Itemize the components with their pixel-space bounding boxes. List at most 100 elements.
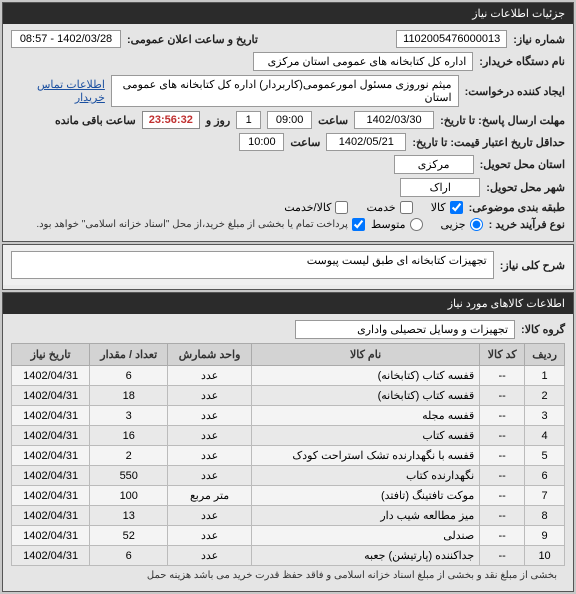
cell-n: 9 xyxy=(525,526,565,546)
announce-date-value: 1402/03/28 - 08:57 xyxy=(11,30,121,48)
radio-minor[interactable]: جزیی xyxy=(441,218,483,231)
check-service-label: خدمت xyxy=(366,201,395,214)
radio-minor-label: جزیی xyxy=(441,218,466,231)
cell-code: -- xyxy=(480,546,525,566)
cell-name: موکت تافتینگ (تافتد) xyxy=(251,486,479,506)
announce-date-label: تاریخ و ساعت اعلان عمومی: xyxy=(127,33,258,46)
cell-date: 1402/04/31 xyxy=(12,546,90,566)
radio-medium-label: متوسط xyxy=(371,218,406,231)
table-row[interactable]: 3--قفسه مجلهعدد31402/04/31 xyxy=(12,406,565,426)
creator-value: میثم نوروزی مسئول امورعمومی(کاربردار) اد… xyxy=(111,75,459,107)
cell-date: 1402/04/31 xyxy=(12,386,90,406)
deadline-label: مهلت ارسال پاسخ: تا تاریخ: xyxy=(440,114,565,127)
cell-name: قفسه مجله xyxy=(251,406,479,426)
group-value: تجهیزات و وسایل تحصیلی واداری xyxy=(295,320,515,339)
cell-name: نگهدارنده کتاب xyxy=(251,466,479,486)
cell-date: 1402/04/31 xyxy=(12,466,90,486)
cell-unit: عدد xyxy=(168,446,252,466)
process-group: جزیی متوسط xyxy=(371,218,483,231)
radio-medium-input[interactable] xyxy=(410,218,423,231)
table-row[interactable]: 6--نگهدارنده کتابعدد5501402/04/31 xyxy=(12,466,565,486)
cell-name: قفسه کتاب xyxy=(251,426,479,446)
payment-note-input[interactable] xyxy=(352,218,365,231)
table-row[interactable]: 7--موکت تافتینگ (تافتد)متر مربع1001402/0… xyxy=(12,486,565,506)
table-row[interactable]: 1--قفسه کتاب (کتابخانه)عدد61402/04/31 xyxy=(12,366,565,386)
col-code: کد کالا xyxy=(480,344,525,366)
cell-name: قفسه کتاب (کتابخانه) xyxy=(251,366,479,386)
cell-qty: 13 xyxy=(90,506,168,526)
cell-date: 1402/04/31 xyxy=(12,446,90,466)
col-date: تاریخ نیاز xyxy=(12,344,90,366)
goods-header: اطلاعات کالاهای مورد نیاز xyxy=(3,293,573,314)
process-label: نوع فرآیند خرید : xyxy=(489,218,565,231)
table-row[interactable]: 4--قفسه کتابعدد161402/04/31 xyxy=(12,426,565,446)
cell-code: -- xyxy=(480,426,525,446)
need-number-value: 1102005476000013 xyxy=(396,30,507,48)
buyer-label: نام دستگاه خریدار: xyxy=(479,55,565,68)
classification-group: کالا خدمت کالا/خدمت xyxy=(284,201,462,214)
table-body: 1--قفسه کتاب (کتابخانه)عدد61402/04/312--… xyxy=(12,366,565,566)
table-row[interactable]: 8--میز مطالعه شیب دارعدد131402/04/31 xyxy=(12,506,565,526)
table-row[interactable]: 5--قفسه با نگهدارنده تشک استراحت کودکعدد… xyxy=(12,446,565,466)
countdown-timer: 23:56:32 xyxy=(142,111,200,129)
cell-n: 2 xyxy=(525,386,565,406)
cell-n: 4 xyxy=(525,426,565,446)
description-panel: شرح کلی نیاز: تجهیزات کتابخانه ای طبق لی… xyxy=(2,244,574,290)
cell-unit: عدد xyxy=(168,526,252,546)
cell-code: -- xyxy=(480,486,525,506)
cell-qty: 6 xyxy=(90,546,168,566)
goods-body: گروه کالا: تجهیزات و وسایل تحصیلی واداری… xyxy=(3,314,573,591)
cell-code: -- xyxy=(480,366,525,386)
time-label-2: ساعت xyxy=(290,136,320,149)
table-row[interactable]: 2--قفسه کتاب (کتابخانه)عدد181402/04/31 xyxy=(12,386,565,406)
cell-name: جداکننده (پارتیشن) جعبه xyxy=(251,546,479,566)
cell-date: 1402/04/31 xyxy=(12,486,90,506)
radio-medium[interactable]: متوسط xyxy=(371,218,423,231)
need-details-body: شماره نیاز: 1102005476000013 تاریخ و ساع… xyxy=(3,24,573,241)
check-goods-label: کالا xyxy=(431,201,446,214)
footer-note: بخشی از مبلغ نقد و بخشی از مبلغ اسناد خز… xyxy=(11,566,565,585)
deadline-date: 1402/03/30 xyxy=(354,111,434,129)
table-head-row: ردیف کد کالا نام کالا واحد شمارش تعداد /… xyxy=(12,344,565,366)
payment-note-check[interactable]: پرداخت تمام یا بخشی از مبلغ خرید،از محل … xyxy=(36,218,365,231)
cell-qty: 550 xyxy=(90,466,168,486)
need-details-header: جزئیات اطلاعات نیاز xyxy=(3,3,573,24)
cell-qty: 16 xyxy=(90,426,168,446)
table-row[interactable]: 10--جداکننده (پارتیشن) جعبهعدد61402/04/3… xyxy=(12,546,565,566)
cell-n: 7 xyxy=(525,486,565,506)
cell-unit: عدد xyxy=(168,546,252,566)
col-unit: واحد شمارش xyxy=(168,344,252,366)
cell-name: قفسه کتاب (کتابخانه) xyxy=(251,386,479,406)
days-remaining: 1 xyxy=(236,111,261,129)
cell-code: -- xyxy=(480,466,525,486)
need-details-panel: جزئیات اطلاعات نیاز شماره نیاز: 11020054… xyxy=(2,2,574,242)
goods-panel: اطلاعات کالاهای مورد نیاز گروه کالا: تجه… xyxy=(2,292,574,592)
cell-date: 1402/04/31 xyxy=(12,506,90,526)
remain-label: ساعت باقی مانده xyxy=(55,114,136,127)
cell-n: 8 xyxy=(525,506,565,526)
cell-unit: عدد xyxy=(168,506,252,526)
col-name: نام کالا xyxy=(251,344,479,366)
days-label: روز و xyxy=(206,114,230,127)
check-goods[interactable]: کالا xyxy=(431,201,463,214)
need-number-label: شماره نیاز: xyxy=(513,33,565,46)
group-label: گروه کالا: xyxy=(521,323,565,336)
check-both-input[interactable] xyxy=(335,201,348,214)
cell-date: 1402/04/31 xyxy=(12,526,90,546)
creator-label: ایجاد کننده درخواست: xyxy=(465,85,565,98)
cell-qty: 6 xyxy=(90,366,168,386)
cell-code: -- xyxy=(480,406,525,426)
check-goods-input[interactable] xyxy=(450,201,463,214)
cell-code: -- xyxy=(480,446,525,466)
check-service[interactable]: خدمت xyxy=(366,201,412,214)
radio-minor-input[interactable] xyxy=(470,218,483,231)
city-value: اراک xyxy=(400,178,480,197)
table-row[interactable]: 9--صندلیعدد521402/04/31 xyxy=(12,526,565,546)
cell-unit: عدد xyxy=(168,426,252,446)
buyer-contact-link[interactable]: اطلاعات تماس خریدار xyxy=(11,78,105,104)
classification-label: طبقه بندی موضوعی: xyxy=(469,201,565,214)
check-service-input[interactable] xyxy=(400,201,413,214)
cell-code: -- xyxy=(480,506,525,526)
check-both[interactable]: کالا/خدمت xyxy=(284,201,348,214)
validity-time: 10:00 xyxy=(239,133,284,151)
